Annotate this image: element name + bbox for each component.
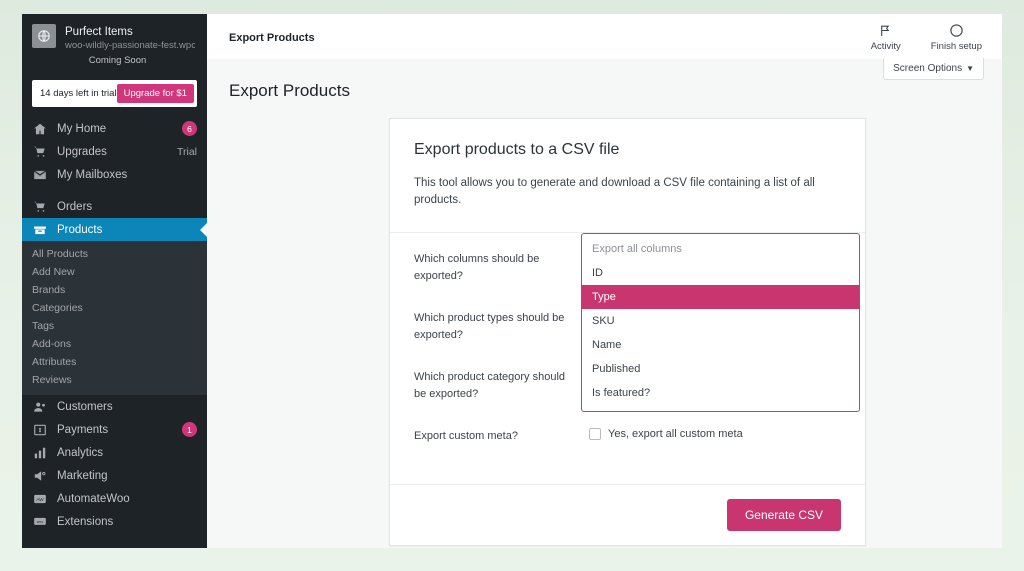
globe-icon (32, 24, 56, 48)
sidebar-item-label: Orders (57, 200, 93, 213)
main-content: Export Products Activity Finish setup Sc… (207, 14, 1002, 548)
trial-banner: 14 days left in trial Upgrade for $1 (32, 80, 197, 107)
flag-icon (879, 22, 892, 38)
submenu-item-attributes[interactable]: Attributes (22, 353, 207, 371)
sidebar-item-marketing[interactable]: Marketing (22, 464, 207, 487)
dropdown-option-name[interactable]: Name (582, 333, 859, 357)
upgrades-trial-tag: Trial (176, 145, 197, 158)
submenu-item-all-products[interactable]: All Products (22, 245, 207, 263)
dropdown-option-is-featured[interactable]: Is featured? (582, 381, 859, 405)
chevron-down-icon: ▼ (966, 64, 974, 73)
products-icon (32, 223, 48, 237)
sidebar-item-label: Analytics (57, 446, 104, 459)
form-label-columns: Which columns should be exported? (414, 252, 540, 283)
sidebar-item-extensions[interactable]: woo Extensions (22, 510, 207, 533)
sidebar-item-upgrades[interactable]: Upgrades Trial (22, 140, 207, 163)
sidebar-item-customers[interactable]: Customers (22, 395, 207, 418)
sidebar-item-label: Extensions (57, 515, 114, 528)
sidebar-item-my-mailboxes[interactable]: My Mailboxes (22, 163, 207, 186)
sidebar-item-products[interactable]: Products (22, 218, 207, 241)
custom-meta-field: Yes, export all custom meta (589, 428, 841, 446)
sidebar-item-label: AutomateWoo (57, 492, 130, 505)
dropdown-option-type[interactable]: Type (582, 284, 859, 309)
site-url: woo-wildly-passionate-fest.wpcoms (65, 40, 195, 51)
screen-options-button[interactable]: Screen Options ▼ (883, 58, 984, 80)
form-label-custom-meta: Export custom meta? (414, 430, 518, 443)
extensions-icon: woo (32, 515, 48, 529)
sidebar-item-label: Payments (57, 423, 109, 436)
screen-options-label: Screen Options (893, 63, 963, 74)
card-header: Export products to a CSV file This tool … (390, 119, 865, 233)
sidebar-tertiary-group: Customers Payments 1 Analytics Marketing… (22, 395, 207, 533)
sidebar-primary-group: My Home 6 Upgrades Trial My Mailboxes (22, 117, 207, 186)
sidebar-item-my-home[interactable]: My Home 6 (22, 117, 207, 140)
sidebar-secondary-group: Orders Products All Products Add New Bra… (22, 195, 207, 395)
sidebar-item-label: My Mailboxes (57, 168, 128, 181)
activity-button[interactable]: Activity (863, 22, 909, 52)
admin-bar-actions: Activity Finish setup (863, 14, 1002, 52)
svg-text:woo: woo (37, 520, 43, 524)
export-card: Export products to a CSV file This tool … (389, 118, 866, 546)
dropdown-option-id[interactable]: ID (582, 261, 859, 285)
finish-setup-label: Finish setup (930, 41, 982, 52)
submenu-item-add-ons[interactable]: Add-ons (22, 335, 207, 353)
sidebar-item-payments[interactable]: Payments 1 (22, 418, 207, 441)
form-label-product-types: Which product types should be exported? (414, 311, 565, 342)
form-label-product-category: Which product category should be exporte… (414, 370, 566, 401)
dropdown-option-sku[interactable]: SKU (582, 309, 859, 333)
dropdown-option-export-all-columns[interactable]: Export all columns (582, 237, 859, 261)
card-body: Which columns should be exported? Which … (390, 232, 865, 484)
activity-label: Activity (870, 41, 901, 52)
submenu-item-categories[interactable]: Categories (22, 299, 207, 317)
cart-icon (32, 145, 48, 159)
site-block[interactable]: Purfect Items woo-wildly-passionate-fest… (22, 14, 207, 72)
custom-meta-checkbox-label: Yes, export all custom meta (608, 428, 743, 441)
trial-text: 14 days left in trial (40, 88, 117, 99)
sidebar: Purfect Items woo-wildly-passionate-fest… (22, 14, 207, 548)
home-icon (32, 122, 48, 136)
customers-icon (32, 400, 48, 414)
sidebar-item-label: Customers (57, 400, 113, 413)
upgrade-button[interactable]: Upgrade for $1 (116, 84, 194, 103)
admin-bar-title: Export Products (229, 32, 315, 44)
screen: Purfect Items woo-wildly-passionate-fest… (0, 0, 1024, 571)
progress-circle-icon (949, 22, 964, 38)
orders-icon (32, 200, 48, 214)
sidebar-item-label: My Home (57, 122, 107, 135)
submenu-item-brands[interactable]: Brands (22, 281, 207, 299)
my-home-badge: 6 (182, 121, 197, 136)
site-status: Coming Soon (88, 55, 147, 66)
sidebar-item-label: Upgrades (57, 145, 107, 158)
mail-icon (32, 168, 48, 182)
products-submenu: All Products Add New Brands Categories T… (22, 241, 207, 395)
generate-csv-button[interactable]: Generate CSV (726, 498, 841, 531)
dropdown-option-published[interactable]: Published (582, 357, 859, 381)
browser-viewport: Purfect Items woo-wildly-passionate-fest… (22, 14, 1002, 548)
form-row-custom-meta: Export custom meta? Yes, export all cust… (414, 428, 841, 446)
screen-options-wrap: Screen Options ▼ (883, 58, 984, 80)
payments-icon (32, 423, 48, 437)
sidebar-item-automatewoo[interactable]: AW AutomateWoo (22, 487, 207, 510)
sidebar-item-label: Products (57, 223, 103, 236)
analytics-icon (32, 446, 48, 460)
submenu-item-tags[interactable]: Tags (22, 317, 207, 335)
submenu-item-reviews[interactable]: Reviews (22, 371, 207, 389)
site-title: Purfect Items (65, 26, 133, 38)
card-description: This tool allows you to generate and dow… (414, 177, 815, 207)
svg-text:AW: AW (36, 496, 44, 501)
card-footer: Generate CSV (390, 483, 865, 545)
card-title: Export products to a CSV file (414, 141, 620, 158)
sidebar-item-analytics[interactable]: Analytics (22, 441, 207, 464)
custom-meta-checkbox[interactable] (589, 428, 601, 441)
marketing-icon (32, 469, 48, 483)
columns-dropdown-list[interactable]: Export all columns ID Type SKU Name Publ… (581, 232, 860, 412)
submenu-item-add-new[interactable]: Add New (22, 263, 207, 281)
finish-setup-button[interactable]: Finish setup (931, 22, 982, 52)
admin-bar: Export Products Activity Finish setup Sc… (207, 14, 1002, 80)
payments-badge: 1 (182, 422, 197, 437)
automatewoo-icon: AW (32, 492, 48, 506)
sidebar-divider (22, 186, 207, 195)
sidebar-item-label: Marketing (57, 469, 108, 482)
sidebar-item-orders[interactable]: Orders (22, 195, 207, 218)
